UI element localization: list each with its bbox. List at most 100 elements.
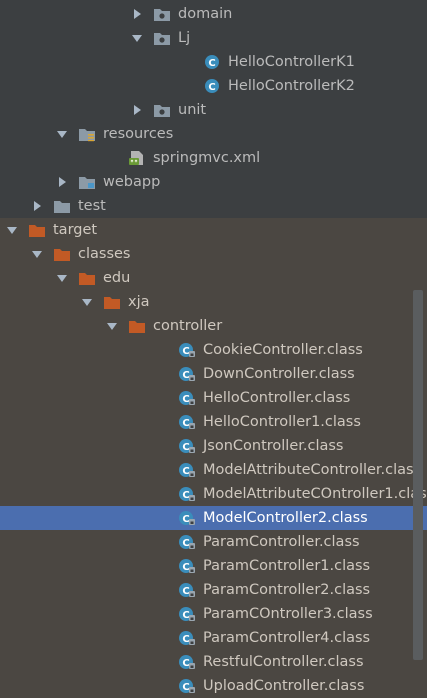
svg-text:C: C xyxy=(182,394,189,405)
collapse-arrow-icon[interactable] xyxy=(31,200,43,212)
package-folder-icon xyxy=(153,6,171,22)
excluded-folder-icon xyxy=(128,318,146,334)
tree-node-label: DownController.class xyxy=(203,366,355,382)
compiled-class-icon: C xyxy=(178,558,196,574)
svg-text:C: C xyxy=(208,58,215,69)
collapse-arrow-icon[interactable] xyxy=(131,104,143,116)
svg-text:C: C xyxy=(208,82,215,93)
svg-text:C: C xyxy=(182,442,189,453)
tree-node-label: ParamController2.class xyxy=(203,582,371,598)
tree-node[interactable]: xja xyxy=(0,290,427,314)
compiled-class-icon: C xyxy=(178,438,196,454)
excluded-folder-icon xyxy=(78,270,96,286)
compiled-class-icon: C xyxy=(178,510,196,526)
project-tree[interactable]: domain Lj C HelloControllerK1 C HelloControll… xyxy=(0,0,427,698)
tree-node-label: RestfulController.class xyxy=(203,654,364,670)
tree-node-label: Lj xyxy=(178,30,191,46)
resources-folder-icon xyxy=(78,126,96,142)
expand-arrow-icon[interactable] xyxy=(81,296,93,308)
web-folder-icon xyxy=(78,174,96,190)
tree-node[interactable]: webapp xyxy=(0,170,427,194)
package-folder-icon xyxy=(153,102,171,118)
java-class-icon: C xyxy=(203,78,221,94)
tree-node-label: CookieController.class xyxy=(203,342,363,358)
svg-text:C: C xyxy=(182,346,189,357)
tree-node-label: controller xyxy=(153,318,223,334)
svg-text:C: C xyxy=(182,610,189,621)
tree-node-label: ParamController4.class xyxy=(203,630,371,646)
tree-node[interactable]: C HelloController1.class xyxy=(0,410,427,434)
expand-arrow-icon[interactable] xyxy=(6,224,18,236)
tree-node[interactable]: C ParamController2.class xyxy=(0,578,427,602)
tree-node[interactable]: test xyxy=(0,194,427,218)
excluded-folder-icon xyxy=(103,294,121,310)
folder-icon xyxy=(53,198,71,214)
tree-node[interactable]: C ModelController2.class xyxy=(0,506,427,530)
tree-node[interactable]: C ParamController4.class xyxy=(0,626,427,650)
tree-node[interactable]: springmvc.xml xyxy=(0,146,427,170)
tree-node[interactable]: edu xyxy=(0,266,427,290)
expand-arrow-icon[interactable] xyxy=(31,248,43,260)
compiled-class-icon: C xyxy=(178,462,196,478)
tree-node[interactable]: C ParamController1.class xyxy=(0,554,427,578)
tree-node[interactable]: unit xyxy=(0,98,427,122)
tree-node-label: ModelController2.class xyxy=(203,510,368,526)
expand-arrow-icon[interactable] xyxy=(131,32,143,44)
tree-node-label: edu xyxy=(103,270,131,286)
svg-text:C: C xyxy=(182,586,189,597)
excluded-folder-icon xyxy=(28,222,46,238)
tree-node-label: JsonController.class xyxy=(203,438,344,454)
tree-node-label: webapp xyxy=(103,174,161,190)
tree-node[interactable]: C UploadController.class xyxy=(0,674,427,698)
compiled-class-icon: C xyxy=(178,630,196,646)
vertical-scrollbar-thumb[interactable] xyxy=(413,290,423,660)
svg-text:C: C xyxy=(182,490,189,501)
compiled-class-icon: C xyxy=(178,606,196,622)
tree-node[interactable]: Lj xyxy=(0,26,427,50)
expand-arrow-icon[interactable] xyxy=(56,272,68,284)
compiled-class-icon: C xyxy=(178,390,196,406)
tree-node-label: UploadController.class xyxy=(203,678,365,694)
tree-node[interactable]: C HelloController.class xyxy=(0,386,427,410)
tree-node[interactable]: C JsonController.class xyxy=(0,434,427,458)
package-folder-icon xyxy=(153,30,171,46)
tree-node[interactable]: C ModelAttributeController.class xyxy=(0,458,427,482)
expand-arrow-icon[interactable] xyxy=(56,128,68,140)
svg-text:C: C xyxy=(182,634,189,645)
tree-node[interactable]: C DownController.class xyxy=(0,362,427,386)
svg-text:C: C xyxy=(182,514,189,525)
tree-node-label: unit xyxy=(178,102,207,118)
tree-node-label: target xyxy=(53,222,98,238)
tree-node-label: HelloController.class xyxy=(203,390,351,406)
excluded-folder-icon xyxy=(53,246,71,262)
tree-node[interactable]: C ModelAttributeCOntroller1.class xyxy=(0,482,427,506)
tree-node[interactable]: C CookieController.class xyxy=(0,338,427,362)
svg-text:C: C xyxy=(182,562,189,573)
tree-node[interactable]: resources xyxy=(0,122,427,146)
compiled-class-icon: C xyxy=(178,414,196,430)
tree-node-label: ParamCOntroller3.class xyxy=(203,606,373,622)
tree-node[interactable]: C ParamCOntroller3.class xyxy=(0,602,427,626)
tree-node-label: HelloControllerK2 xyxy=(228,78,355,94)
tree-node[interactable]: controller xyxy=(0,314,427,338)
tree-node-label: resources xyxy=(103,126,174,142)
compiled-class-icon: C xyxy=(178,342,196,358)
tree-node[interactable]: C ParamController.class xyxy=(0,530,427,554)
tree-node[interactable]: classes xyxy=(0,242,427,266)
compiled-class-icon: C xyxy=(178,582,196,598)
java-class-icon: C xyxy=(203,54,221,70)
tree-node[interactable]: C RestfulController.class xyxy=(0,650,427,674)
svg-text:C: C xyxy=(182,682,189,693)
svg-text:C: C xyxy=(182,538,189,549)
tree-node-label: xja xyxy=(128,294,150,310)
tree-node[interactable]: C HelloControllerK1 xyxy=(0,50,427,74)
collapse-arrow-icon[interactable] xyxy=(131,8,143,20)
tree-node[interactable]: domain xyxy=(0,2,427,26)
tree-node[interactable]: C HelloControllerK2 xyxy=(0,74,427,98)
xml-file-icon xyxy=(128,150,146,166)
tree-node-label: ModelAttributeController.class xyxy=(203,462,422,478)
tree-node[interactable]: target xyxy=(0,218,427,242)
expand-arrow-icon[interactable] xyxy=(106,320,118,332)
tree-node-label: HelloController1.class xyxy=(203,414,361,430)
collapse-arrow-icon[interactable] xyxy=(56,176,68,188)
